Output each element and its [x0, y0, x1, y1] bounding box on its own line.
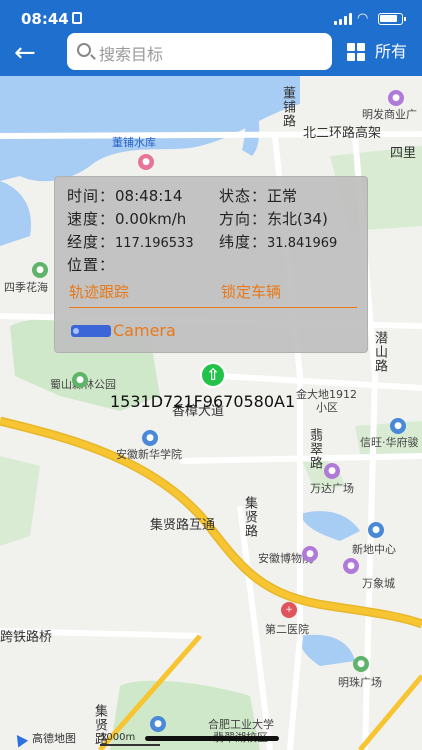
filter-all-label: 所有	[375, 42, 408, 61]
time-row: 时间：08:48:14	[67, 187, 183, 205]
camera-icon	[71, 325, 111, 337]
direction-row: 方向：东北(34)	[219, 210, 328, 228]
map-label-jixian-interchange: 集贤路互通	[150, 518, 216, 533]
map-label-xinxin-huafu: 信旺·华府骏	[360, 436, 419, 449]
map-label-wanda-plaza: 万达广场	[310, 482, 354, 495]
map-scale: 1000m	[100, 732, 160, 746]
wifi-icon: ◠	[357, 11, 369, 26]
latitude-value: 31.841969	[267, 236, 338, 251]
lock-vehicle-link[interactable]: 锁定车辆	[221, 281, 281, 302]
map-label-jixian-road: 集贤路	[242, 496, 257, 538]
map-label-mingzhu-plaza: 明珠广场	[338, 676, 382, 689]
app-header: 08:44 ◠ ← 搜索目标 所有	[0, 0, 422, 76]
search-icon	[77, 43, 91, 57]
map-label-wanxiang-city: 万象城	[362, 577, 395, 590]
search-placeholder: 搜索目标	[99, 45, 164, 64]
vehicle-marker-icon[interactable]: ⇧	[200, 362, 226, 388]
poi-mingzhu-icon[interactable]: ●	[353, 656, 369, 672]
vehicle-plate-label: 1531D721F9670580A1	[110, 392, 296, 411]
map-label-second-hospital: 第二医院	[265, 623, 309, 636]
search-input[interactable]: 搜索目标	[67, 33, 332, 70]
track-link[interactable]: 轨迹跟踪	[69, 281, 129, 302]
battery-icon	[378, 13, 406, 25]
status-time: 08:44	[21, 10, 69, 28]
back-button[interactable]: ←	[14, 38, 50, 68]
cellular-signal-icon	[334, 13, 352, 25]
popup-divider	[69, 307, 357, 308]
state-value: 正常	[267, 187, 298, 205]
map-label-sili: 四里	[390, 146, 417, 161]
amap-logo: 高德地图	[11, 730, 76, 747]
poi-office-icon[interactable]: ●	[368, 522, 384, 538]
poi-school-icon[interactable]: ●	[142, 430, 158, 446]
map-label-xiaoqu: 小区	[316, 401, 338, 414]
poi-shopping-icon[interactable]: ●	[388, 90, 404, 106]
map-label-railway-road: 跨铁路桥	[0, 630, 53, 645]
map-label-xindi-center: 新地中心	[352, 543, 396, 556]
poi-hospital-icon[interactable]: +	[281, 602, 297, 618]
poi-mall-icon[interactable]: ●	[324, 463, 340, 479]
map-label-siji-garden: 四季花海	[4, 281, 48, 294]
longitude-value: 117.196533	[115, 236, 194, 251]
camera-label: Camera	[113, 321, 176, 340]
orientation-lock-icon	[72, 12, 82, 24]
position-row: 位置：	[67, 256, 116, 274]
poi-residence-icon[interactable]: ●	[390, 418, 406, 434]
poi-park-icon[interactable]: ●	[32, 262, 48, 278]
speed-value: 0.00km/h	[115, 210, 187, 228]
map-label-cuiwei-road: 翡翠路	[307, 428, 322, 470]
status-bar: 08:44 ◠	[0, 0, 422, 36]
poi-wanxiang-icon[interactable]: ●	[343, 558, 359, 574]
poi-forest-park-icon[interactable]: ●	[72, 372, 88, 388]
home-indicator[interactable]	[145, 736, 279, 741]
map-label-mingfa-plaza: 明发商业广	[362, 108, 417, 121]
poi-university-icon[interactable]: ●	[150, 716, 166, 732]
map-label-beier-ring: 北二环路高架	[303, 126, 382, 141]
poi-food-icon[interactable]: ●	[138, 154, 154, 170]
map-label-dongpu-reservoir: 董铺水库	[112, 136, 156, 149]
grid-icon	[347, 43, 365, 61]
vehicle-info-popup: 时间：08:48:14 状态：正常 速度：0.00km/h 方向：东北(34) …	[54, 176, 368, 353]
latitude-row: 纬度：31.841969	[219, 233, 338, 251]
amap-arrow-icon	[11, 731, 29, 747]
speed-row: 速度：0.00km/h	[67, 210, 187, 228]
map-label-dongpu-road: 董铺路	[280, 86, 295, 128]
poi-museum-icon[interactable]: ●	[302, 546, 318, 562]
time-value: 08:48:14	[115, 187, 183, 205]
longitude-row: 经度：117.196533	[67, 233, 194, 251]
direction-value: 东北(34)	[267, 210, 328, 228]
state-row: 状态：正常	[219, 187, 298, 205]
map-label-anhui-xinhua-college: 安徽新华学院	[116, 448, 182, 461]
map-label-qianshan-road: 潜山路	[372, 331, 387, 373]
